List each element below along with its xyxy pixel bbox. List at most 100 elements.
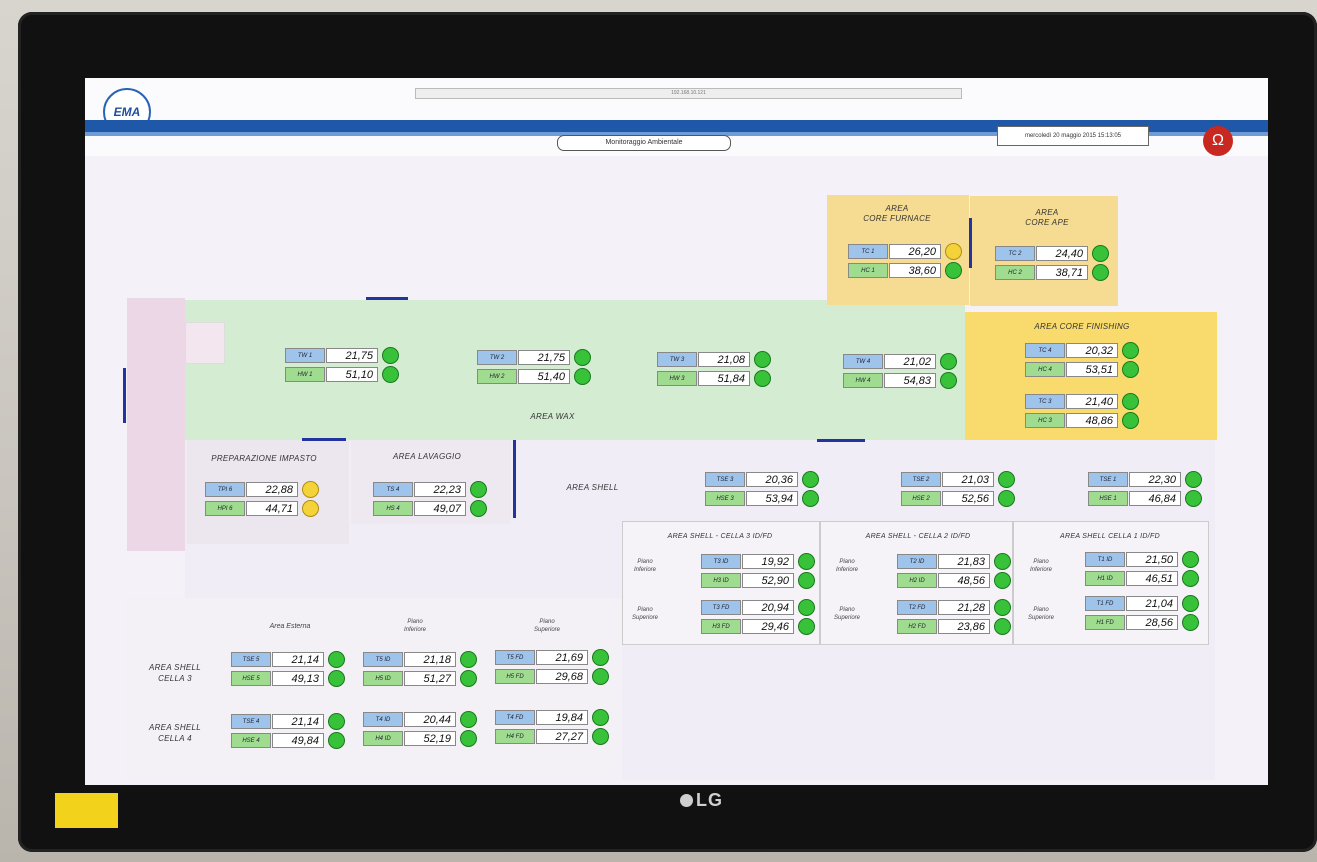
status-led-icon [945,243,962,260]
temperature-value: 21,75 [326,348,378,363]
humidity-row: HSE 2 52,56 [901,490,1017,508]
header: EMA 192.168.10.121 Monitoraggio Ambienta… [85,78,1268,156]
humidity-row: H2 ID 48,56 [897,572,1013,590]
temperature-value: 19,92 [742,554,794,569]
label-piano-superiore: Piano Superiore [1027,607,1054,621]
sensor-tse1[interactable]: TSE 1 22,30 HSE 1 46,84 [1088,471,1204,510]
humidity-tag: HC 2 [995,265,1035,280]
status-led-icon [1122,361,1139,378]
sensor-tc2[interactable]: TC 2 24,40 HC 2 38,71 [995,245,1111,284]
humidity-row: HW 2 51,40 [477,368,593,386]
sensor-ts4[interactable]: TS 4 22,23 HS 4 49,07 [373,481,489,520]
status-led-icon [302,481,319,498]
sensor-tc3[interactable]: TC 3 21,40 HC 3 48,86 [1025,393,1141,432]
status-led-icon [798,599,815,616]
temperature-tag: TPI 6 [205,482,245,497]
temperature-value: 21,69 [536,650,588,665]
temperature-tag: T4 FD [495,710,535,725]
temperature-tag: TC 2 [995,246,1035,261]
label-wax: AREA WAX [530,412,575,421]
temperature-tag: TSE 3 [705,472,745,487]
status-led-icon [460,730,477,747]
temperature-row: TS 4 22,23 [373,481,489,499]
humidity-row: H4 ID 52,19 [363,730,479,748]
humidity-value: 38,71 [1036,265,1088,280]
sensor-t1fd[interactable]: T1 FD 21,04 H1 FD 28,56 [1085,595,1201,634]
status-led-icon [994,553,1011,570]
status-led-icon [1122,412,1139,429]
temperature-tag: T3 FD [701,600,741,615]
sensor-t3id[interactable]: T3 ID 19,92 H3 ID 52,90 [701,553,817,592]
temperature-row: TW 2 21,75 [477,349,593,367]
humidity-value: 51,27 [404,671,456,686]
label-core-finishing: AREA CORE FINISHING [1034,322,1130,331]
sensor-t2fd[interactable]: T2 FD 21,28 H2 FD 23,86 [897,599,1013,638]
sensor-tc4[interactable]: TC 4 20,32 HC 4 53,51 [1025,342,1141,381]
temperature-row: TC 2 24,40 [995,245,1111,263]
label-piano-superiore: Piano Superiore [833,607,860,621]
label-cella1: AREA SHELL CELLA 1 ID/FD [1060,533,1160,540]
status-led-icon [1185,471,1202,488]
sensor-t3fd[interactable]: T3 FD 20,94 H3 FD 29,46 [701,599,817,638]
humidity-tag: H1 ID [1085,571,1125,586]
sensor-t4fd[interactable]: T4 FD 19,84 H4 FD 27,27 [495,709,611,748]
sensor-tse3[interactable]: TSE 3 20,36 HSE 3 53,94 [705,471,821,510]
temperature-value: 21,04 [1126,596,1178,611]
humidity-value: 52,90 [742,573,794,588]
status-led-icon [754,370,771,387]
humidity-tag: H4 FD [495,729,535,744]
humidity-row: HC 2 38,71 [995,264,1111,282]
humidity-value: 27,27 [536,729,588,744]
area-pink-column [127,298,185,551]
sensor-tse4[interactable]: TSE 4 21,14 HSE 4 49,84 [231,713,347,752]
sensor-t2id[interactable]: T2 ID 21,83 H2 ID 48,56 [897,553,1013,592]
temperature-row: T1 ID 21,50 [1085,551,1201,569]
label-core-ape: AREA CORE APE [1025,208,1069,227]
status-led-icon [460,670,477,687]
temperature-row: T2 FD 21,28 [897,599,1013,617]
status-led-icon [754,351,771,368]
status-led-icon [940,353,957,370]
temperature-tag: TSE 4 [231,714,271,729]
sensor-tc1[interactable]: TC 1 26,20 HC 1 38,60 [848,243,964,282]
address-bar[interactable]: 192.168.10.121 [415,88,962,99]
humidity-row: H3 ID 52,90 [701,572,817,590]
status-led-icon [945,262,962,279]
status-led-icon [802,471,819,488]
sensor-tw3[interactable]: TW 3 21,08 HW 3 51,84 [657,351,773,390]
sensor-tw4[interactable]: TW 4 21,02 HW 4 54,83 [843,353,959,392]
sensor-t1id[interactable]: T1 ID 21,50 H1 ID 46,51 [1085,551,1201,590]
humidity-tag: HS 4 [373,501,413,516]
humidity-tag: HSE 2 [901,491,941,506]
temperature-tag: T5 FD [495,650,535,665]
humidity-value: 48,56 [938,573,990,588]
brand-logo-icon [680,794,693,807]
humidity-value: 51,10 [326,367,378,382]
humidity-value: 48,86 [1066,413,1118,428]
status-led-icon [460,651,477,668]
sensor-t5fd[interactable]: T5 FD 21,69 H5 FD 29,68 [495,649,611,688]
sensor-tse5[interactable]: TSE 5 21,14 HSE 5 49,13 [231,651,347,690]
humidity-value: 52,56 [942,491,994,506]
sensor-tw2[interactable]: TW 2 21,75 HW 2 51,40 [477,349,593,388]
label-row-cella3: AREA SHELL CELLA 3 [148,663,202,683]
sensor-tse2[interactable]: TSE 2 21,03 HSE 2 52,56 [901,471,1017,510]
temperature-value: 26,20 [889,244,941,259]
sensor-t4id[interactable]: T4 ID 20,44 H4 ID 52,19 [363,711,479,750]
humidity-tag: H5 FD [495,669,535,684]
humidity-value: 28,56 [1126,615,1178,630]
sensor-t5id[interactable]: T5 ID 21,18 H5 ID 51,27 [363,651,479,690]
humidity-tag: HSE 4 [231,733,271,748]
sensor-tpi6[interactable]: TPI 6 22,88 HPI 6 44,71 [205,481,321,520]
temperature-value: 20,32 [1066,343,1118,358]
humidity-tag: HSE 5 [231,671,271,686]
sensor-tw1[interactable]: TW 1 21,75 HW 1 51,10 [285,347,401,386]
status-led-icon [1092,245,1109,262]
humidity-row: HS 4 49,07 [373,500,489,518]
temperature-value: 21,83 [938,554,990,569]
humidity-value: 52,19 [404,731,456,746]
status-led-icon [1122,393,1139,410]
temperature-row: TC 1 26,20 [848,243,964,261]
power-button[interactable]: Ω [1203,126,1233,156]
monitor-brand: LG [680,790,723,811]
